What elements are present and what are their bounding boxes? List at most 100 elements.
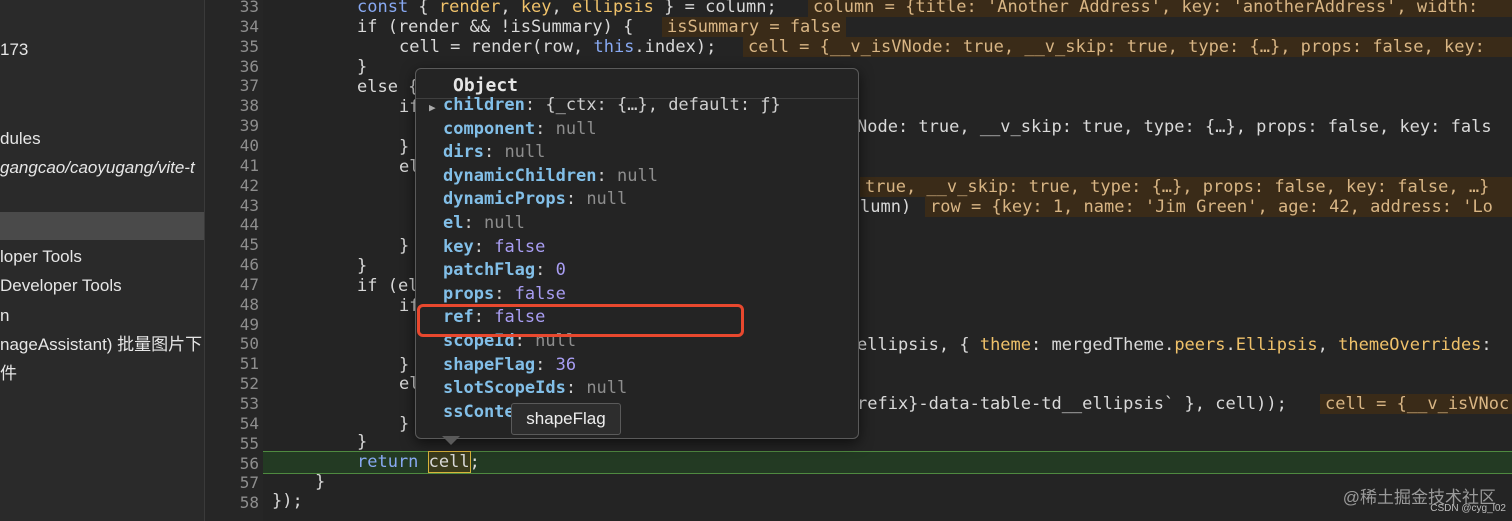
code-line-47: if (el (357, 276, 419, 296)
sidebar-item-7[interactable]: 件 (0, 362, 17, 386)
property-value: {_ctx: {…}, default: ƒ} (545, 95, 781, 115)
inline-value-cell: cell = {__v_isVNode: true, __v_skip: tru… (743, 37, 1512, 57)
property-row-props[interactable]: props: false (443, 283, 566, 305)
property-value: null (483, 213, 525, 233)
code-50-theme: theme (979, 335, 1032, 355)
line-number[interactable]: 33 (205, 0, 259, 17)
property-row-shapeFlag[interactable]: shapeFlag: 36 (443, 354, 576, 376)
sidebar-item-0[interactable]: 173 (0, 38, 28, 62)
property-colon: : (473, 236, 495, 257)
property-key: dynamicProps (443, 189, 566, 210)
property-row-dynamicChildren[interactable]: dynamicChildren: null (443, 165, 658, 187)
code-50-g: , (1317, 335, 1339, 355)
property-row-patchFlag[interactable]: patchFlag: 0 (443, 259, 566, 281)
line-number[interactable]: 56 (205, 454, 259, 474)
code-35-a: cell = render(row, (399, 37, 594, 57)
line-number[interactable]: 41 (205, 156, 259, 176)
property-value: null (504, 142, 546, 163)
property-key: key (443, 236, 474, 257)
inline-value-row: row = {key: 1, name: 'Jim Green', age: 4… (925, 197, 1512, 217)
property-row-key[interactable]: key: false (443, 236, 545, 258)
sidebar-item-2[interactable]: gangcao/caoyugang/vite-t (0, 156, 195, 180)
property-row-dirs[interactable]: dirs: null (443, 141, 545, 163)
property-value: false (514, 283, 566, 304)
object-inspection-popover[interactable]: Object ▶ children: {_ctx: {…}, default: … (415, 68, 859, 439)
code-line-40: } (399, 137, 410, 157)
line-number[interactable]: 35 (205, 37, 259, 57)
line-number[interactable]: 40 (205, 136, 259, 156)
sidebar-item-5[interactable]: n (0, 304, 9, 328)
property-value: null (617, 165, 658, 186)
property-colon: : (535, 118, 556, 139)
line-number[interactable]: 55 (205, 434, 259, 454)
line-number[interactable]: 45 (205, 235, 259, 255)
hovered-cell-token[interactable]: cell (427, 451, 471, 473)
line-number[interactable]: 39 (205, 116, 259, 136)
code-line-51: } (399, 355, 410, 375)
line-number[interactable]: 34 (205, 17, 259, 37)
code-50-e: . (1225, 335, 1236, 355)
line-number[interactable]: 51 (205, 354, 259, 374)
popover-caret (442, 436, 460, 445)
line-number[interactable]: 57 (205, 473, 259, 493)
code-line-57: } (315, 472, 326, 492)
property-row-slotScopeIds[interactable]: slotScopeIds: null (443, 377, 627, 399)
inline-value-cell-53: cell = {__v_isVNoc (1320, 394, 1512, 414)
property-row-children[interactable]: children: {_ctx: {…}, default: ƒ} (443, 94, 781, 116)
line-number[interactable]: 44 (205, 215, 259, 235)
line-number[interactable]: 58 (205, 493, 259, 513)
code-56-return: return (357, 452, 429, 472)
code-50-i: : (1481, 335, 1492, 355)
property-colon: : (565, 189, 587, 210)
sidebar-item-4[interactable]: Developer Tools (0, 274, 122, 298)
property-row-ssConte[interactable]: ssConte (443, 401, 515, 423)
code-line-39-tail: Node: true, __v_skip: true, type: {…}, p… (857, 117, 1492, 137)
line-number[interactable]: 37 (205, 76, 259, 96)
code-35-c: .index); (634, 37, 717, 57)
line-number[interactable]: 53 (205, 394, 259, 414)
property-colon: : (596, 165, 618, 186)
code-line-33: const { render, key, ellipsis } = column… (357, 0, 777, 17)
property-colon: : (483, 142, 505, 163)
file-navigator-sidebar: 173 dules gangcao/caoyugang/vite-t loper… (0, 0, 205, 521)
expand-triangle-icon[interactable]: ▶ (429, 101, 436, 114)
line-number[interactable]: 48 (205, 295, 259, 315)
line-number[interactable]: 54 (205, 414, 259, 434)
line-number[interactable]: 38 (205, 96, 259, 116)
code-line-50-tail: ellipsis, { theme: mergedTheme.peers.Ell… (857, 335, 1492, 355)
property-row-component[interactable]: component: null (443, 118, 597, 140)
ref-property-highlight (417, 304, 744, 337)
line-number[interactable]: 36 (205, 57, 259, 77)
property-value: 0 (555, 260, 566, 281)
code-line-37: else { (357, 77, 419, 97)
property-key: el (443, 213, 464, 233)
line-number[interactable]: 52 (205, 374, 259, 394)
line-number[interactable]: 47 (205, 275, 259, 295)
property-colon: : (524, 95, 546, 115)
property-row-dynamicProps[interactable]: dynamicProps: null (443, 188, 627, 210)
code-line-34: if (render && !isSummary) { (357, 17, 634, 37)
sidebar-item-1[interactable]: dules (0, 127, 41, 151)
selected-file-row[interactable] (0, 212, 204, 240)
property-key: children (443, 95, 525, 115)
property-row-el[interactable]: el: null (443, 212, 525, 234)
line-number[interactable]: 42 (205, 176, 259, 196)
code-line-45: } (399, 236, 410, 256)
line-number[interactable]: 49 (205, 315, 259, 335)
property-key: component (443, 118, 536, 139)
sidebar-item-3[interactable]: loper Tools (0, 245, 82, 269)
code-line-58: }); (272, 491, 303, 511)
sidebar-item-6[interactable]: nageAssistant) 批量图片下 (0, 333, 202, 357)
popover-title: Object (453, 75, 519, 96)
code-line-56: return cell; (357, 451, 480, 473)
line-number[interactable]: 43 (205, 196, 259, 216)
inline-value-issummary: isSummary = false (662, 17, 846, 37)
line-number[interactable]: 46 (205, 255, 259, 275)
property-key: ssConte (443, 401, 515, 422)
inline-value-l42: true, __v_skip: true, type: {…}, props: … (860, 177, 1512, 197)
hover-tooltip: shapeFlag (511, 403, 621, 435)
line-number[interactable]: 50 (205, 334, 259, 354)
code-50-peers: peers (1174, 335, 1226, 355)
code-line-55: } (357, 432, 368, 452)
code-line-54: } (399, 414, 410, 434)
